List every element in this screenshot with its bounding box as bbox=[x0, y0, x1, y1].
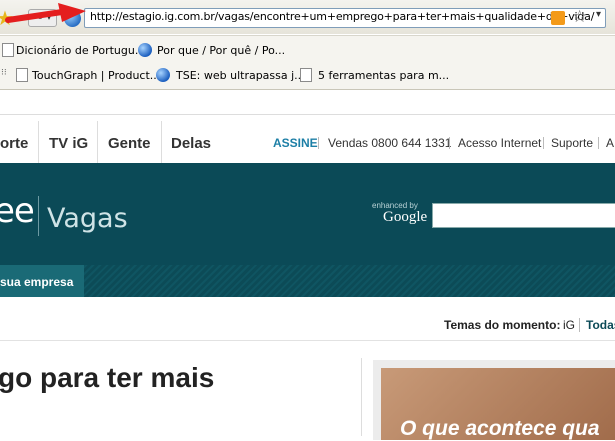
page-icon bbox=[300, 68, 312, 82]
article-headline[interactable]: go para ter mais bbox=[0, 362, 214, 394]
subtab-label: sua empresa bbox=[0, 275, 74, 289]
util-divider bbox=[449, 137, 450, 149]
bookmark-star-icon[interactable]: ☆ bbox=[572, 7, 587, 27]
column-divider bbox=[361, 358, 362, 436]
content-top-spacer bbox=[0, 90, 615, 114]
nav-divider bbox=[38, 121, 39, 163]
vendas-link[interactable]: Vendas 0800 644 1331 bbox=[328, 136, 451, 150]
acesso-internet-link[interactable]: Acesso Internet bbox=[458, 136, 541, 150]
bookmark-5-ferramentas[interactable]: 5 ferramentas para m... bbox=[318, 69, 449, 82]
brand-divider bbox=[38, 196, 39, 236]
address-dropdown-icon[interactable]: ▾ bbox=[596, 9, 601, 20]
nav-delas[interactable]: Delas bbox=[171, 135, 211, 152]
bookmark-dicionario[interactable]: Dicionário de Portugu... bbox=[16, 44, 145, 57]
google-logo: Google bbox=[383, 209, 428, 225]
more-util-link[interactable]: A bbox=[606, 136, 614, 150]
util-divider bbox=[543, 137, 544, 149]
site-nav: orte TV iG Gente Delas ASSINE Vendas 080… bbox=[0, 114, 615, 164]
section-title: Vagas bbox=[47, 203, 128, 234]
topics-label: Temas do momento: bbox=[444, 318, 561, 332]
nav-divider bbox=[161, 121, 162, 163]
red-arrow-icon bbox=[5, 3, 86, 23]
divider bbox=[0, 340, 615, 341]
rss-icon[interactable] bbox=[551, 11, 565, 25]
util-divider bbox=[318, 137, 319, 149]
page-icon bbox=[16, 68, 28, 82]
brand-logo[interactable]: ee bbox=[0, 191, 35, 231]
util-divider bbox=[598, 137, 599, 149]
url-text[interactable]: http://estagio.ig.com.br/vagas/encontre+… bbox=[90, 10, 594, 23]
more-icon[interactable]: ⁝⁝ bbox=[1, 68, 7, 78]
nav-divider bbox=[97, 121, 98, 163]
globe-icon bbox=[138, 43, 152, 57]
sub-nav-bar bbox=[0, 265, 615, 297]
search-input[interactable] bbox=[432, 203, 615, 228]
topics-divider bbox=[579, 318, 580, 332]
suporte-link[interactable]: Suporte bbox=[551, 136, 593, 150]
bookmarks-bar-2: ⁝⁝ TouchGraph | Product... TSE: web ultr… bbox=[0, 62, 615, 90]
ie-icon bbox=[156, 68, 170, 82]
nav-esporte[interactable]: orte bbox=[0, 135, 28, 152]
topics-all-link[interactable]: Todas bbox=[586, 318, 615, 332]
page-icon bbox=[2, 43, 14, 57]
nav-tv-ig[interactable]: TV iG bbox=[49, 135, 88, 152]
promo-text[interactable]: O que acontece qua bbox=[400, 417, 600, 441]
nav-gente[interactable]: Gente bbox=[108, 135, 151, 152]
topic-ig-link[interactable]: iG bbox=[563, 318, 575, 332]
bookmark-por-que[interactable]: Por que / Por quê / Po... bbox=[157, 44, 285, 57]
assine-link[interactable]: ASSINE bbox=[273, 136, 318, 150]
bookmarks-bar-1: Dicionário de Portugu... Por que / Por q… bbox=[0, 35, 615, 63]
bookmark-tse[interactable]: TSE: web ultrapassa j... bbox=[176, 69, 305, 82]
bookmark-touchgraph[interactable]: TouchGraph | Product... bbox=[32, 69, 160, 82]
